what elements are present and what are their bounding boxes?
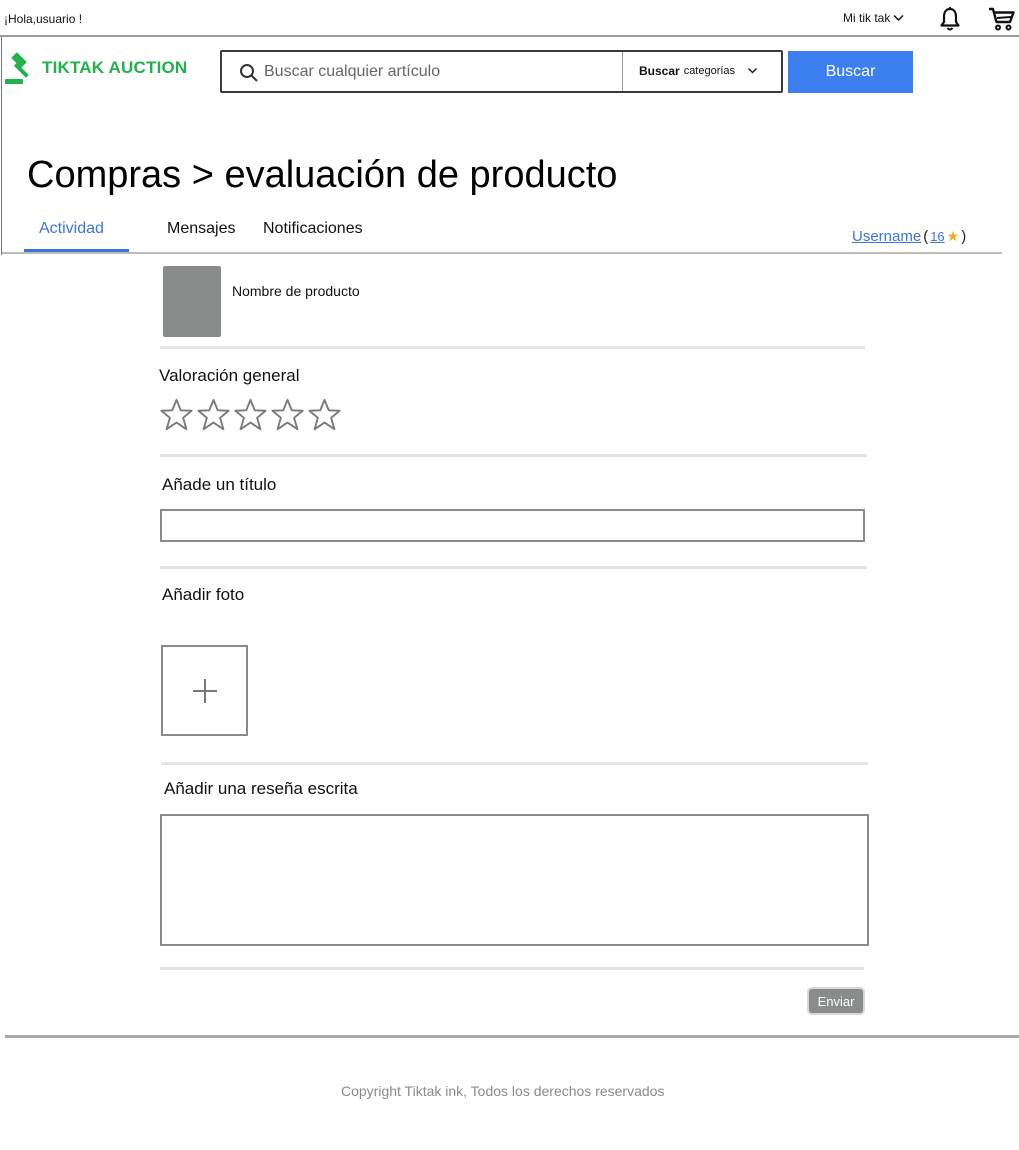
star-icon[interactable] — [307, 398, 342, 432]
submit-button[interactable]: Enviar — [807, 987, 865, 1015]
section-divider — [160, 967, 864, 970]
search-input[interactable] — [264, 58, 616, 86]
my-account-label: Mi tik tak — [843, 11, 891, 25]
header-divider — [0, 35, 1019, 37]
title-label: Añade un título — [162, 475, 277, 494]
copyright-text: Copyright Tiktak ink, Todos los derechos… — [341, 1083, 665, 1099]
page-title: Compras > evaluación de producto — [27, 154, 618, 196]
search-icon — [240, 64, 258, 82]
user-open-paren: ( — [923, 228, 929, 245]
category-select-label: Buscar — [639, 64, 680, 78]
bell-icon[interactable] — [938, 6, 962, 32]
user-info: Username ( 16 ★ ) — [852, 228, 966, 245]
review-title-input[interactable] — [160, 509, 865, 542]
review-textarea[interactable] — [160, 814, 869, 946]
tab-mensajes[interactable]: Mensajes — [167, 220, 235, 238]
star-icon[interactable] — [159, 398, 194, 432]
username-link[interactable]: Username — [852, 228, 921, 245]
gavel-icon — [5, 52, 29, 84]
star-icon[interactable] — [270, 398, 305, 432]
chevron-down-icon — [893, 14, 904, 22]
category-select[interactable]: Buscar categorías — [639, 64, 758, 78]
left-border — [1, 37, 2, 255]
user-score[interactable]: 16 — [930, 229, 944, 244]
cart-icon[interactable] — [988, 6, 1016, 32]
plus-icon — [192, 678, 217, 703]
product-name: Nombre de producto — [232, 283, 360, 299]
category-select-sublabel: categorías — [683, 65, 736, 77]
tabs-divider — [2, 252, 1002, 254]
brand-logo[interactable]: TIKTAK AUCTION — [4, 50, 187, 86]
overall-rating-label: Valoración general — [159, 366, 300, 385]
star-icon[interactable] — [196, 398, 231, 432]
section-divider — [160, 346, 865, 349]
section-divider — [160, 566, 867, 569]
product-image — [163, 266, 221, 337]
chevron-down-icon — [748, 67, 758, 74]
search-button[interactable]: Buscar — [788, 51, 913, 93]
footer-divider — [5, 1035, 1019, 1038]
section-divider — [160, 454, 867, 457]
tab-notificaciones[interactable]: Notificaciones — [263, 220, 363, 238]
star-icon[interactable] — [233, 398, 268, 432]
my-account-menu[interactable]: Mi tik tak — [843, 11, 904, 25]
logo-text: TIKTAK AUCTION — [42, 58, 188, 77]
star-rating[interactable] — [159, 398, 342, 432]
user-close-paren: ) — [961, 228, 967, 245]
search-bar: Buscar categorías — [220, 50, 783, 93]
section-divider — [161, 762, 868, 765]
review-label: Añadir una reseña escrita — [164, 779, 358, 798]
search-divider — [622, 52, 623, 91]
tab-actividad[interactable]: Actividad — [39, 220, 104, 238]
add-photo-button[interactable] — [161, 645, 248, 736]
photo-label: Añadir foto — [162, 585, 245, 604]
greeting-text: ¡Hola,usuario ! — [4, 12, 83, 26]
star-icon: ★ — [946, 228, 960, 244]
